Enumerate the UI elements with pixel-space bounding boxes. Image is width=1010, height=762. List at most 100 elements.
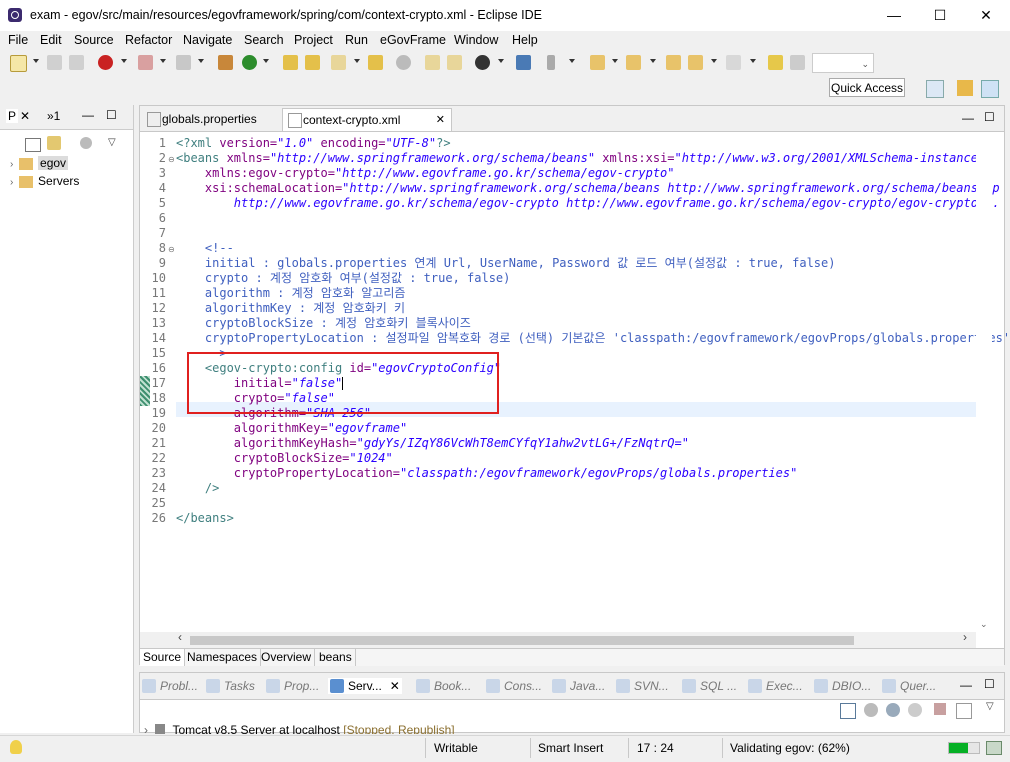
view-menu-icon[interactable]: ▽ <box>108 137 116 148</box>
profile-server-icon[interactable] <box>908 703 922 717</box>
tab-javadoc[interactable]: Java... <box>550 678 605 694</box>
fold-icon[interactable]: ⊖ <box>168 245 175 254</box>
chevron-right-icon[interactable]: › <box>144 723 148 734</box>
menu-help[interactable]: Help <box>512 33 538 47</box>
progress-view-icon[interactable] <box>986 741 1002 755</box>
chevron-right-icon[interactable]: › <box>10 159 13 170</box>
annotation-icon[interactable] <box>447 55 462 70</box>
quick-access-field[interactable]: Quick Access <box>829 78 905 97</box>
minimize-view-icon[interactable]: — <box>960 678 972 692</box>
pin-icon[interactable] <box>547 55 555 70</box>
launch-dropdown-icon[interactable] <box>354 59 360 63</box>
close-icon[interactable]: ✕ <box>436 109 445 131</box>
save-all-icon[interactable] <box>69 55 84 70</box>
debug-server-icon[interactable] <box>864 703 878 717</box>
menu-file[interactable]: File <box>8 33 28 47</box>
vertical-scrollbar[interactable]: ⌄ <box>976 132 992 632</box>
profile-icon[interactable] <box>475 55 490 70</box>
close-icon[interactable]: ✕ <box>390 678 400 694</box>
view-menu-icon[interactable]: ▽ <box>986 701 994 712</box>
new-dropdown-icon[interactable] <box>33 59 39 63</box>
maximize-view-icon[interactable]: ☐ <box>106 108 117 122</box>
menu-project[interactable]: Project <box>294 33 333 47</box>
maximize-button[interactable]: ☐ <box>917 0 963 31</box>
tab-dbio[interactable]: DBIO... <box>812 678 871 694</box>
task-icon[interactable] <box>425 55 440 70</box>
search-icon[interactable] <box>396 55 411 70</box>
tab-sql[interactable]: SQL ... <box>680 678 737 694</box>
menu-navigate[interactable]: Navigate <box>183 33 232 47</box>
stop-server-icon[interactable] <box>934 703 946 715</box>
tab-beans[interactable]: beans <box>316 649 356 666</box>
horizontal-scrollbar[interactable]: ‹ › <box>140 630 976 648</box>
minimize-view-icon[interactable]: — <box>82 108 94 122</box>
menu-source[interactable]: Source <box>74 33 114 47</box>
tab-console[interactable]: Cons... <box>484 678 542 694</box>
menu-search[interactable]: Search <box>244 33 284 47</box>
fold-icon[interactable]: ⊖ <box>168 155 175 164</box>
tab-svn[interactable]: SVN... <box>614 678 669 694</box>
combo-box[interactable]: ⌄ <box>812 53 874 73</box>
monitor-icon[interactable] <box>516 55 531 70</box>
profile-dropdown-icon[interactable] <box>498 59 504 63</box>
next-annotation-icon[interactable] <box>590 55 605 70</box>
minimize-button[interactable]: — <box>871 0 917 31</box>
scrollbar-thumb[interactable] <box>190 636 854 645</box>
egov-perspective-icon[interactable] <box>981 80 999 98</box>
tab-servers[interactable]: Serv... ✕ <box>328 678 402 694</box>
menu-run[interactable]: Run <box>345 33 368 47</box>
java-perspective-icon[interactable] <box>957 80 973 96</box>
build-icon[interactable] <box>218 55 233 70</box>
close-icon[interactable]: ✕ <box>20 109 30 123</box>
prev-dropdown-icon[interactable] <box>650 59 656 63</box>
open-type-icon[interactable] <box>283 55 298 70</box>
debug-dropdown-icon[interactable] <box>121 59 127 63</box>
chevron-right-icon[interactable]: › <box>963 630 967 644</box>
chevron-down-icon[interactable]: ⌄ <box>980 619 988 630</box>
collapse-icon[interactable] <box>840 703 856 719</box>
last-edit-icon[interactable] <box>666 55 681 70</box>
save-icon[interactable] <box>47 55 62 70</box>
filters-icon[interactable] <box>80 137 92 149</box>
tab-execution[interactable]: Exec... <box>746 678 803 694</box>
server-row[interactable]: › Tomcat v8.5 Server at localhost [Stopp… <box>144 723 455 734</box>
tab-query[interactable]: Quer... <box>880 678 936 694</box>
folder-icon[interactable] <box>368 55 383 70</box>
tab-context-crypto-xml[interactable]: context-crypto.xml ✕ <box>282 108 452 131</box>
tab-tasks[interactable]: Tasks <box>204 678 255 694</box>
menu-refactor[interactable]: Refactor <box>125 33 172 47</box>
prev-annotation-icon[interactable] <box>626 55 641 70</box>
tab-overview[interactable]: Overview <box>258 649 316 666</box>
run-dropdown-icon[interactable] <box>263 59 269 63</box>
maximize-view-icon[interactable]: ☐ <box>984 677 995 691</box>
publish-icon[interactable] <box>956 703 972 719</box>
link-editor-icon[interactable] <box>47 136 61 150</box>
external-tools-icon[interactable] <box>176 55 191 70</box>
start-server-icon[interactable] <box>886 703 900 717</box>
tree-item-servers[interactable]: › Servers <box>10 172 79 190</box>
forward-dropdown-icon[interactable] <box>750 59 756 63</box>
chevron-right-icon[interactable]: › <box>10 177 13 188</box>
pen-icon[interactable] <box>768 55 783 70</box>
menu-edit[interactable]: Edit <box>40 33 62 47</box>
collapse-all-icon[interactable] <box>25 138 41 152</box>
close-button[interactable]: ✕ <box>963 0 1009 31</box>
minimize-view-icon[interactable]: — <box>962 111 974 125</box>
tab-source[interactable]: Source <box>140 649 186 666</box>
launch-icon[interactable] <box>331 55 346 70</box>
maximize-view-icon[interactable]: ☐ <box>984 110 995 124</box>
chevron-left-icon[interactable]: ‹ <box>178 630 182 644</box>
tab-package-explorer[interactable]: P <box>6 109 19 123</box>
pin-dropdown-icon[interactable] <box>569 59 575 63</box>
lightbulb-icon[interactable] <box>10 740 22 754</box>
tab-properties[interactable]: Prop... <box>264 678 319 694</box>
tree-item-egov[interactable]: › egov <box>10 154 69 172</box>
stop-dropdown-icon[interactable] <box>160 59 166 63</box>
open-folder-icon[interactable] <box>305 55 320 70</box>
menu-window[interactable]: Window <box>454 33 498 47</box>
tab-problems[interactable]: Probl... <box>140 678 198 694</box>
run-icon[interactable] <box>242 55 257 70</box>
tab-namespaces[interactable]: Namespaces <box>184 649 262 666</box>
debug-icon[interactable] <box>98 55 113 70</box>
back-dropdown-icon[interactable] <box>711 59 717 63</box>
